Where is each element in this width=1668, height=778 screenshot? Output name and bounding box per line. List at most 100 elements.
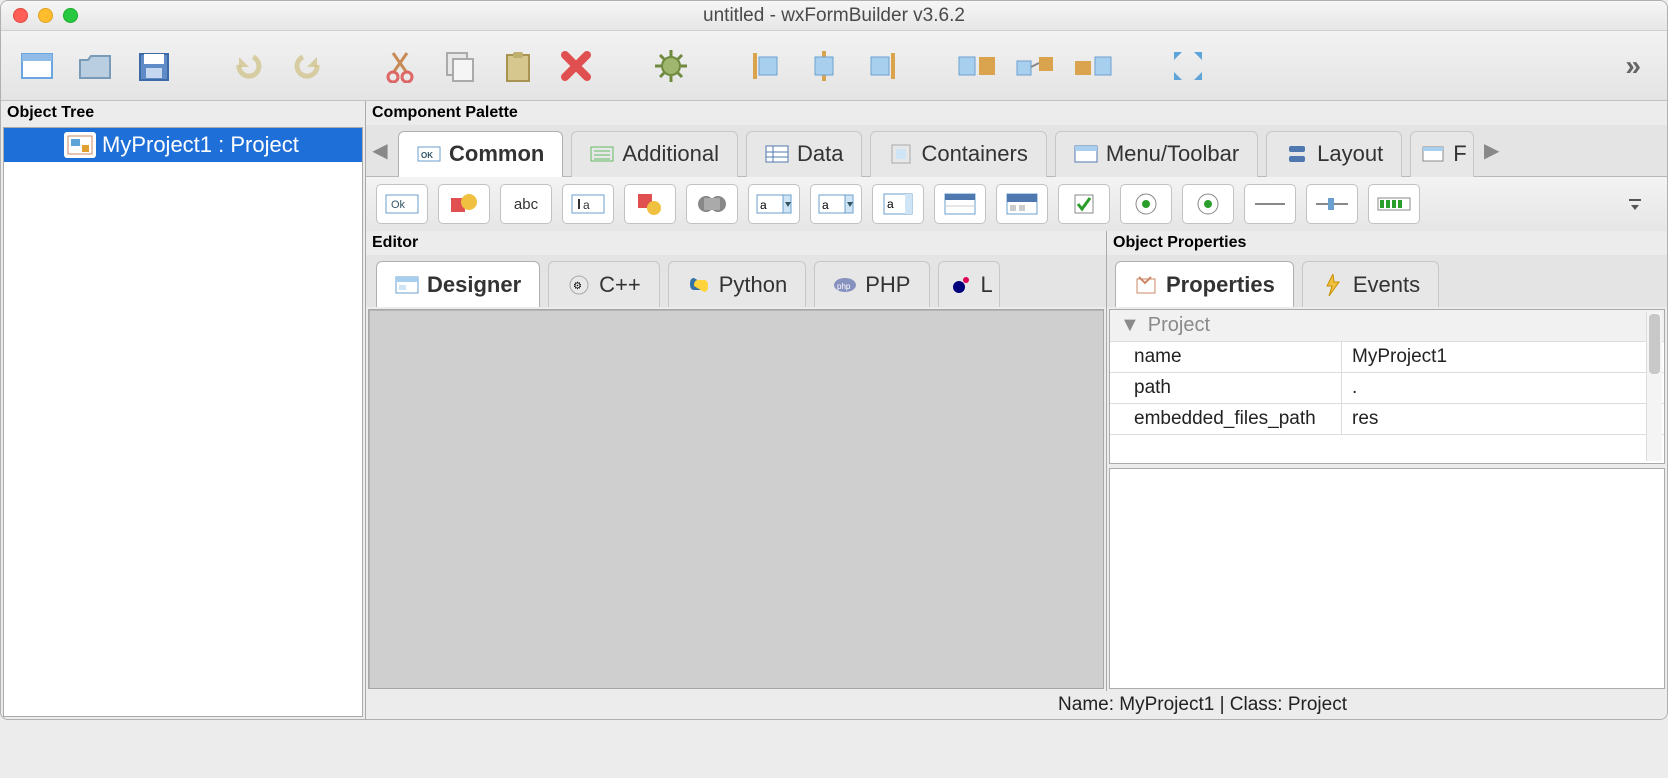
align-left-button[interactable]: [741, 41, 791, 91]
tab-label: Layout: [1317, 141, 1383, 167]
component-palette-label: Component Palette: [366, 101, 1667, 125]
status-bar: Name: MyProject1 | Class: Project: [366, 691, 1667, 719]
palette-item-button[interactable]: Ok: [376, 184, 428, 224]
editor-tabstrip: Designer ⚙ C++ Python php PHP: [366, 255, 1106, 307]
palette-item-textctrl[interactable]: a: [562, 184, 614, 224]
palette-item-animation[interactable]: [686, 184, 738, 224]
property-group-project[interactable]: ▼ Project: [1110, 310, 1664, 342]
palette-scroll-right[interactable]: ▶: [1478, 125, 1506, 177]
palette-item-bitmap[interactable]: [624, 184, 676, 224]
window-minimize-button[interactable]: [38, 8, 53, 23]
palette-tab-layout[interactable]: Layout: [1266, 131, 1402, 177]
tab-menu-icon: [1074, 143, 1098, 165]
paste-button[interactable]: [493, 41, 543, 91]
tab-label: Additional: [622, 141, 719, 167]
properties-scrollbar[interactable]: [1646, 312, 1662, 461]
designer-canvas[interactable]: [368, 309, 1104, 689]
palette-item-gauge[interactable]: [1368, 184, 1420, 224]
tab-label: PHP: [865, 272, 910, 298]
php-icon: php: [833, 274, 857, 296]
palette-items: Ok abc a a a a: [366, 177, 1667, 231]
tab-label: Menu/Toolbar: [1106, 141, 1239, 167]
palette-item-radiobutton[interactable]: [1182, 184, 1234, 224]
tab-label: Common: [449, 141, 544, 167]
main-toolbar: »: [1, 31, 1667, 101]
property-row[interactable]: path .: [1110, 373, 1664, 404]
props-tab-properties[interactable]: Properties: [1115, 261, 1294, 307]
tab-containers-icon: [889, 143, 913, 165]
tab-label: C++: [599, 272, 641, 298]
palette-item-statictext[interactable]: abc: [500, 184, 552, 224]
save-button[interactable]: [129, 41, 179, 91]
property-key: embedded_files_path: [1110, 404, 1342, 434]
editor-tab-python[interactable]: Python: [668, 261, 807, 307]
palette-tab-menu-toolbar[interactable]: Menu/Toolbar: [1055, 131, 1258, 177]
cpp-icon: ⚙: [567, 274, 591, 296]
palette-item-bitmapbutton[interactable]: [438, 184, 490, 224]
palette-item-toolbar[interactable]: [996, 184, 1048, 224]
editor-tab-designer[interactable]: Designer: [376, 261, 540, 307]
property-value[interactable]: res: [1342, 404, 1664, 434]
align-right-button[interactable]: [857, 41, 907, 91]
palette-item-staticline[interactable]: [1244, 184, 1296, 224]
palette-item-slider[interactable]: [1306, 184, 1358, 224]
designer-icon: [395, 274, 419, 296]
object-properties-label: Object Properties: [1107, 231, 1667, 255]
palette-item-radiobox[interactable]: [1120, 184, 1172, 224]
toolbar-overflow-button[interactable]: »: [1611, 42, 1655, 90]
undo-button[interactable]: [224, 41, 274, 91]
palette-scroll-left[interactable]: ◀: [366, 125, 394, 177]
delete-button[interactable]: [551, 41, 601, 91]
properties-grid[interactable]: ▼ Project name MyProject1 path . embed: [1109, 309, 1665, 464]
palette-tabstrip: ◀ OK Common Additional Data Containers: [366, 125, 1667, 177]
palette-tab-data[interactable]: Data: [746, 131, 862, 177]
editor-tab-lua[interactable]: L: [938, 261, 1000, 307]
app-window: untitled - wxFormBuilder v3.6.2: [0, 0, 1668, 720]
editor-label: Editor: [366, 231, 1106, 255]
tab-label: Designer: [427, 272, 521, 298]
property-row[interactable]: embedded_files_path res: [1110, 404, 1664, 435]
editor-tab-cpp[interactable]: ⚙ C++: [548, 261, 660, 307]
window-title: untitled - wxFormBuilder v3.6.2: [1, 5, 1667, 27]
align-center-button[interactable]: [799, 41, 849, 91]
palette-tab-containers[interactable]: Containers: [870, 131, 1046, 177]
palette-item-listbox[interactable]: a: [872, 184, 924, 224]
tree-item-project[interactable]: MyProject1 : Project: [4, 128, 362, 162]
tab-label: Containers: [921, 141, 1027, 167]
palette-tab-forms[interactable]: F: [1410, 131, 1473, 177]
editor-tab-php[interactable]: php PHP: [814, 261, 929, 307]
svg-text:php: php: [837, 282, 851, 291]
tab-label: Properties: [1166, 272, 1275, 298]
copy-button[interactable]: [435, 41, 485, 91]
props-tab-events[interactable]: Events: [1302, 261, 1439, 307]
new-file-button[interactable]: [13, 41, 63, 91]
palette-tab-common[interactable]: OK Common: [398, 131, 563, 177]
stretch-v-button[interactable]: [1068, 41, 1118, 91]
tab-additional-icon: [590, 143, 614, 165]
property-value[interactable]: .: [1342, 373, 1664, 403]
palette-overflow[interactable]: [1627, 196, 1657, 212]
palette-item-combobox[interactable]: a: [748, 184, 800, 224]
open-file-button[interactable]: [71, 41, 121, 91]
property-key: name: [1110, 342, 1342, 372]
property-value[interactable]: MyProject1: [1342, 342, 1664, 372]
stretch-swap-button[interactable]: [1010, 41, 1060, 91]
stretch-h-button[interactable]: [952, 41, 1002, 91]
generate-code-button[interactable]: [646, 41, 696, 91]
cut-button[interactable]: [377, 41, 427, 91]
palette-item-checkbox[interactable]: [1058, 184, 1110, 224]
property-row[interactable]: name MyProject1: [1110, 342, 1664, 373]
window-close-button[interactable]: [13, 8, 28, 23]
tab-forms-icon: [1421, 143, 1445, 165]
palette-tab-additional[interactable]: Additional: [571, 131, 738, 177]
tab-data-icon: [765, 143, 789, 165]
palette-item-choice[interactable]: a: [810, 184, 862, 224]
redo-button[interactable]: [282, 41, 332, 91]
tab-label: F: [1453, 141, 1466, 167]
object-tree[interactable]: MyProject1 : Project: [3, 127, 363, 717]
palette-item-listctrl[interactable]: [934, 184, 986, 224]
svg-text:Ok: Ok: [391, 199, 406, 211]
window-maximize-button[interactable]: [63, 8, 78, 23]
titlebar: untitled - wxFormBuilder v3.6.2: [1, 1, 1667, 31]
expand-button[interactable]: [1163, 41, 1213, 91]
